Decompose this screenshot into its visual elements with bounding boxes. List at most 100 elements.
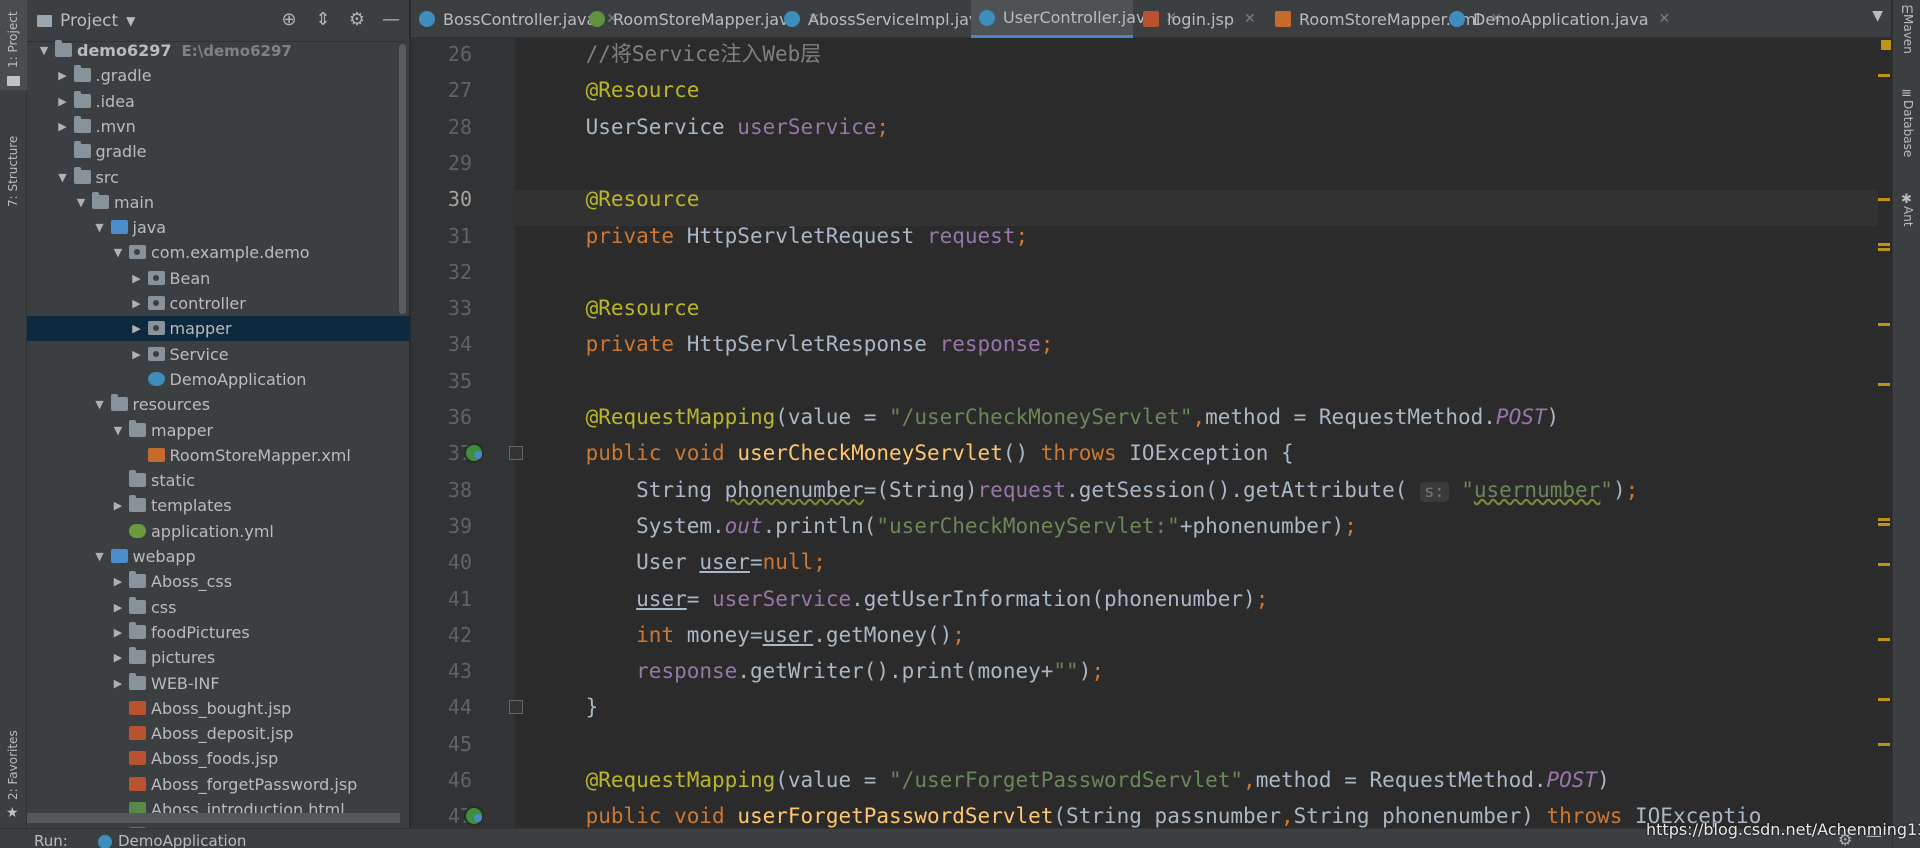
code-line[interactable]: UserService userService;	[525, 109, 1878, 145]
chevron-right-icon[interactable]: ▶	[111, 671, 125, 696]
project-view-selector[interactable]: Project	[60, 11, 118, 31]
warning-mark[interactable]	[1878, 638, 1890, 641]
code-line[interactable]: //将Service注入Web层	[525, 38, 1878, 72]
chevron-down-icon[interactable]: ▼	[74, 190, 88, 215]
editor-tab[interactable]: AbossServiceImpl.java✕	[776, 0, 1010, 38]
tree-item[interactable]: Aboss_deposit.jsp	[27, 721, 410, 746]
favorites-tool-tab[interactable]: 2: Favorites ★	[0, 725, 27, 825]
error-stripe[interactable]	[1878, 38, 1892, 828]
editor-tab[interactable]: RoomStoreMapper.xml ✕	[1267, 0, 1502, 38]
chevron-right-icon[interactable]: ▶	[111, 645, 125, 670]
tree-item[interactable]: ▶ mapper	[27, 316, 410, 342]
fold-marker-icon[interactable]	[509, 700, 523, 715]
tree-item[interactable]: ▶ .gradle	[27, 63, 410, 88]
project-tool-tab[interactable]: 1: Project	[0, 0, 27, 90]
code-editor[interactable]: 26 27 28 29 30 31 32 33 34 35 36 37 38 39 40 41 42 43 44 45…	[411, 38, 1878, 828]
tree-item[interactable]: ▶ pictures	[27, 645, 410, 670]
tree-item[interactable]: ▶ WEB-INF	[27, 671, 410, 696]
chevron-down-icon[interactable]: ▼	[93, 544, 107, 569]
minimize-icon[interactable]: —	[1866, 826, 1882, 845]
tree-item[interactable]: ▶ .idea	[27, 89, 410, 114]
tree-item[interactable]: Aboss_foods.jsp	[27, 746, 410, 771]
tree-item[interactable]: ▶ .mvn	[27, 114, 410, 139]
tree-item[interactable]: ▶ Service	[27, 342, 410, 367]
gear-icon[interactable]: ⚙	[347, 10, 367, 30]
tree-item[interactable]: Aboss_bought.jsp	[27, 696, 410, 721]
code-line[interactable]: User user=null;	[525, 544, 1878, 580]
tree-horizontal-scrollbar[interactable]	[27, 813, 400, 823]
tree-item[interactable]: ▼ resources	[27, 392, 410, 417]
editor-tab[interactable]: UserController.java ✕	[971, 0, 1177, 38]
tree-item[interactable]: ▼ java	[27, 215, 410, 240]
locate-target-icon[interactable]: ⊕	[279, 10, 299, 30]
tree-item[interactable]: ▶ css	[27, 595, 410, 620]
code-line[interactable]: String phonenumber=(String)request.getSe…	[525, 472, 1878, 508]
chevron-right-icon[interactable]: ▶	[130, 291, 144, 316]
code-line[interactable]: user= userService.getUserInformation(pho…	[525, 581, 1878, 617]
chevron-right-icon[interactable]: ▶	[56, 89, 70, 114]
tree-item[interactable]: ▶ templates	[27, 493, 410, 518]
code-line[interactable]	[525, 145, 1878, 181]
tree-item[interactable]: ▼ main	[27, 190, 410, 215]
collapse-all-icon[interactable]: ⇕	[313, 10, 333, 30]
warning-mark[interactable]	[1878, 698, 1890, 701]
tree-item[interactable]: ▶ Bean	[27, 266, 410, 291]
code-line[interactable]	[525, 363, 1878, 399]
chevron-right-icon[interactable]: ▶	[111, 620, 125, 645]
chevron-right-icon[interactable]: ▶	[56, 63, 70, 88]
tree-item[interactable]: static	[27, 468, 410, 493]
chevron-down-icon[interactable]: ▼	[126, 14, 135, 28]
code-line[interactable]: System.out.println("userCheckMoneyServle…	[525, 508, 1878, 544]
run-method-icon[interactable]	[464, 443, 484, 464]
warning-mark[interactable]	[1878, 198, 1890, 201]
warning-mark[interactable]	[1878, 743, 1890, 746]
chevron-right-icon[interactable]: ▶	[130, 266, 144, 291]
code-line[interactable]: private HttpServletRequest request;	[525, 218, 1878, 254]
editor-tab[interactable]: login.jsp ✕	[1135, 0, 1265, 38]
code-line[interactable]: response.getWriter().print(money+"");	[525, 653, 1878, 689]
code-line[interactable]: private HttpServletResponse response;	[525, 326, 1878, 362]
chevron-right-icon[interactable]: ▶	[111, 595, 125, 620]
close-icon[interactable]: ✕	[1244, 11, 1256, 27]
tree-item[interactable]: ▶ Aboss_css	[27, 569, 410, 594]
chevron-right-icon[interactable]: ▶	[130, 342, 144, 367]
chevron-right-icon[interactable]: ▶	[56, 114, 70, 139]
tree-item[interactable]: ▼ webapp	[27, 544, 410, 569]
database-tool-tab[interactable]: Database	[1901, 100, 1915, 157]
code-line[interactable]: int money=user.getMoney();	[525, 617, 1878, 653]
tree-item[interactable]: Aboss_forgetPassword.jsp	[27, 772, 410, 797]
gear-icon[interactable]: ⚙	[1838, 830, 1852, 848]
tree-item[interactable]: gradle	[27, 139, 410, 164]
tree-vertical-scrollbar[interactable]	[399, 44, 406, 314]
warning-mark[interactable]	[1878, 383, 1890, 386]
tree-item[interactable]: ▼ demo6297 E:\demo6297	[27, 38, 410, 63]
close-icon[interactable]: ✕	[1659, 11, 1671, 27]
chevron-down-icon[interactable]: ▼	[56, 165, 70, 190]
chevron-right-icon[interactable]: ▶	[111, 493, 125, 518]
tree-item[interactable]: ▼ com.example.demo	[27, 240, 410, 265]
chevron-down-icon[interactable]: ▼	[1872, 8, 1883, 24]
minimize-icon[interactable]: —	[381, 10, 401, 30]
chevron-down-icon[interactable]: ▼	[37, 38, 51, 63]
code-line[interactable]: @Resource	[525, 72, 1878, 108]
run-method-icon[interactable]	[464, 806, 484, 827]
chevron-right-icon[interactable]: ▶	[111, 569, 125, 594]
editor-tab[interactable]: DemoApplication.java ✕	[1441, 0, 1670, 38]
tree-item[interactable]: ▶ controller	[27, 291, 410, 316]
ant-tool-tab[interactable]: Ant	[1901, 206, 1915, 227]
structure-tool-tab[interactable]: 7: Structure	[0, 115, 27, 215]
chevron-down-icon[interactable]: ▼	[111, 418, 125, 443]
warning-mark[interactable]	[1878, 74, 1890, 77]
code-line[interactable]: @Resource	[525, 181, 1878, 217]
code-line[interactable]	[525, 254, 1878, 290]
warning-mark[interactable]	[1878, 518, 1890, 526]
run-config-tab[interactable]: DemoApplication	[118, 831, 246, 848]
editor-tab[interactable]: BossController.java ✕	[411, 0, 618, 38]
warning-mark[interactable]	[1878, 563, 1890, 566]
tree-item[interactable]: ▼ src	[27, 165, 410, 190]
code-line[interactable]: public void userCheckMoneyServlet() thro…	[525, 435, 1878, 471]
warning-mark[interactable]	[1878, 243, 1890, 251]
tree-item[interactable]: ▶ foodPictures	[27, 620, 410, 645]
code-line[interactable]: }	[525, 689, 1878, 725]
editor-tab[interactable]: RoomStoreMapper.java ✕	[581, 0, 820, 38]
